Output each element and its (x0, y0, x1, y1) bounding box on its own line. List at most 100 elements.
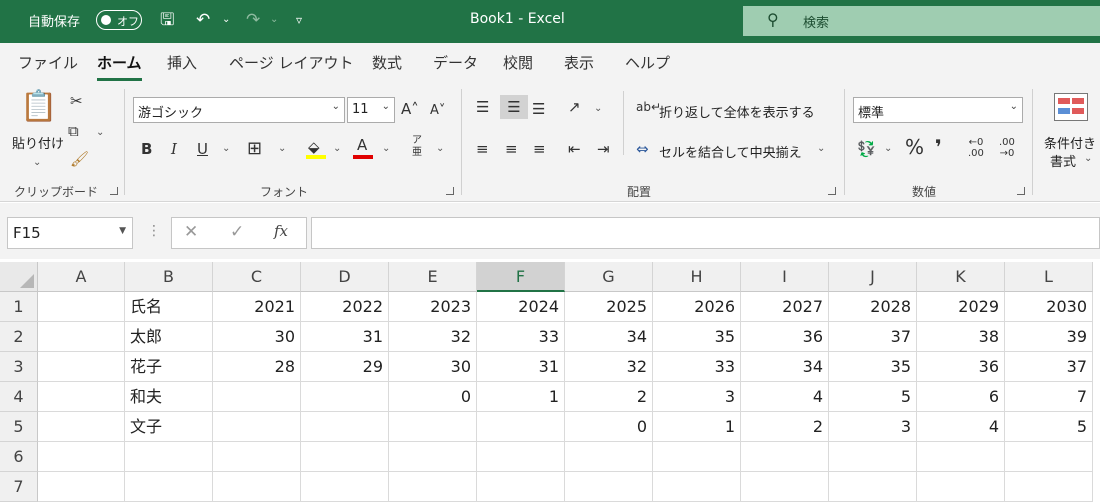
autosave-toggle[interactable]: オフ (96, 10, 142, 30)
cell-c1[interactable]: 2021 (213, 292, 301, 322)
font-name-select[interactable]: 游ゴシック ⌄ (133, 97, 345, 123)
tab-home[interactable]: ホーム (97, 52, 142, 81)
clipboard-launcher-icon[interactable] (110, 187, 118, 195)
font-color-icon[interactable]: A (357, 133, 367, 157)
cell-j6[interactable] (829, 442, 917, 472)
undo-icon[interactable]: ↶ (196, 9, 210, 31)
enter-icon[interactable]: ✓ (230, 222, 244, 242)
cell-h2[interactable]: 35 (653, 322, 741, 352)
cell-k5[interactable]: 4 (917, 412, 1005, 442)
currency-dropdown-icon[interactable]: ⌄ (884, 137, 892, 161)
decrease-decimal-icon[interactable]: .00 →0 (999, 137, 1015, 159)
cell-d7[interactable] (301, 472, 389, 502)
wrap-text-button[interactable]: 折り返して全体を表示する (659, 102, 815, 121)
cell-j1[interactable]: 2028 (829, 292, 917, 322)
alignment-launcher-icon[interactable] (828, 187, 836, 195)
insert-function-button[interactable]: fx (274, 222, 288, 240)
cell-i4[interactable]: 4 (741, 382, 829, 412)
bold-button[interactable]: B (141, 137, 152, 161)
column-header-i[interactable]: I (741, 262, 829, 292)
cell-f5[interactable] (477, 412, 565, 442)
cell-f7[interactable] (477, 472, 565, 502)
underline-dropdown-icon[interactable]: ⌄ (222, 137, 230, 161)
align-right-icon[interactable]: ≡ (533, 137, 546, 161)
orientation-dropdown-icon[interactable]: ⌄ (594, 97, 602, 121)
copy-icon[interactable]: ⧉ (68, 119, 79, 143)
comma-style-button[interactable]: ❜ (935, 135, 942, 159)
orientation-icon[interactable]: ↗ (568, 95, 581, 119)
cell-b1[interactable]: 氏名 (125, 292, 213, 322)
paste-icon[interactable]: 📋 (20, 87, 57, 127)
column-header-e[interactable]: E (389, 262, 477, 292)
currency-format-icon[interactable]: 💱 (857, 137, 876, 161)
column-header-l[interactable]: L (1005, 262, 1093, 292)
cell-c5[interactable] (213, 412, 301, 442)
column-header-f[interactable]: F (477, 262, 565, 292)
tab-page-layout[interactable]: ページ レイアウト (229, 52, 353, 73)
redo-icon[interactable]: ↷ (246, 9, 260, 31)
cell-e3[interactable]: 30 (389, 352, 477, 382)
cell-l5[interactable]: 5 (1005, 412, 1093, 442)
cell-l2[interactable]: 39 (1005, 322, 1093, 352)
cell-k2[interactable]: 38 (917, 322, 1005, 352)
cell-i6[interactable] (741, 442, 829, 472)
cell-h1[interactable]: 2026 (653, 292, 741, 322)
cell-g6[interactable] (565, 442, 653, 472)
italic-button[interactable]: I (171, 137, 177, 161)
tab-formulas[interactable]: 数式 (372, 52, 402, 73)
phonetic-guide-icon[interactable]: ア亜 (412, 135, 422, 159)
cell-l1[interactable]: 2030 (1005, 292, 1093, 322)
row-header-2[interactable]: 2 (0, 322, 38, 352)
formula-bar-handle-icon[interactable]: ⋮ (147, 223, 161, 239)
cell-d1[interactable]: 2022 (301, 292, 389, 322)
cell-a5[interactable] (38, 412, 125, 442)
cell-d3[interactable]: 29 (301, 352, 389, 382)
wrap-text-icon[interactable]: ab↵ (636, 95, 661, 119)
align-center-icon[interactable]: ≡ (505, 137, 518, 161)
cell-b5[interactable]: 文子 (125, 412, 213, 442)
increase-indent-icon[interactable]: ⇥ (597, 137, 610, 161)
cell-j3[interactable]: 35 (829, 352, 917, 382)
name-box[interactable]: F15 ▼ (7, 217, 133, 249)
cell-e1[interactable]: 2023 (389, 292, 477, 322)
cell-h4[interactable]: 3 (653, 382, 741, 412)
paste-dropdown-icon[interactable]: ⌄ (33, 151, 41, 175)
cell-l3[interactable]: 37 (1005, 352, 1093, 382)
font-size-select[interactable]: 11 ⌄ (347, 97, 395, 123)
row-header-4[interactable]: 4 (0, 382, 38, 412)
tab-help[interactable]: ヘルプ (625, 52, 670, 73)
cell-f6[interactable] (477, 442, 565, 472)
cell-l4[interactable]: 7 (1005, 382, 1093, 412)
cell-i5[interactable]: 2 (741, 412, 829, 442)
align-left-icon[interactable]: ≡ (476, 137, 489, 161)
conditional-formatting-icon[interactable] (1054, 93, 1088, 121)
cell-j4[interactable]: 5 (829, 382, 917, 412)
cell-e7[interactable] (389, 472, 477, 502)
cell-c6[interactable] (213, 442, 301, 472)
tab-insert[interactable]: 挿入 (167, 52, 197, 73)
column-header-c[interactable]: C (213, 262, 301, 292)
tab-view[interactable]: 表示 (564, 52, 594, 73)
row-header-7[interactable]: 7 (0, 472, 38, 502)
align-bottom-icon[interactable]: ☰ (532, 97, 545, 121)
cell-a1[interactable] (38, 292, 125, 322)
borders-dropdown-icon[interactable]: ⌄ (278, 137, 286, 161)
cell-a6[interactable] (38, 442, 125, 472)
column-header-k[interactable]: K (917, 262, 1005, 292)
cell-g4[interactable]: 2 (565, 382, 653, 412)
increase-decimal-icon[interactable]: ←0.00 (968, 137, 984, 159)
tab-review[interactable]: 校閲 (503, 52, 533, 73)
cell-g5[interactable]: 0 (565, 412, 653, 442)
cell-g1[interactable]: 2025 (565, 292, 653, 322)
cell-c4[interactable] (213, 382, 301, 412)
fill-color-dropdown-icon[interactable]: ⌄ (333, 137, 341, 161)
cell-f2[interactable]: 33 (477, 322, 565, 352)
column-header-b[interactable]: B (125, 262, 213, 292)
cell-b6[interactable] (125, 442, 213, 472)
merge-center-icon[interactable]: ⇔ (636, 137, 649, 161)
cell-h7[interactable] (653, 472, 741, 502)
cell-g3[interactable]: 32 (565, 352, 653, 382)
tab-file[interactable]: ファイル (18, 52, 78, 73)
cell-i7[interactable] (741, 472, 829, 502)
select-all-button[interactable] (0, 262, 38, 292)
